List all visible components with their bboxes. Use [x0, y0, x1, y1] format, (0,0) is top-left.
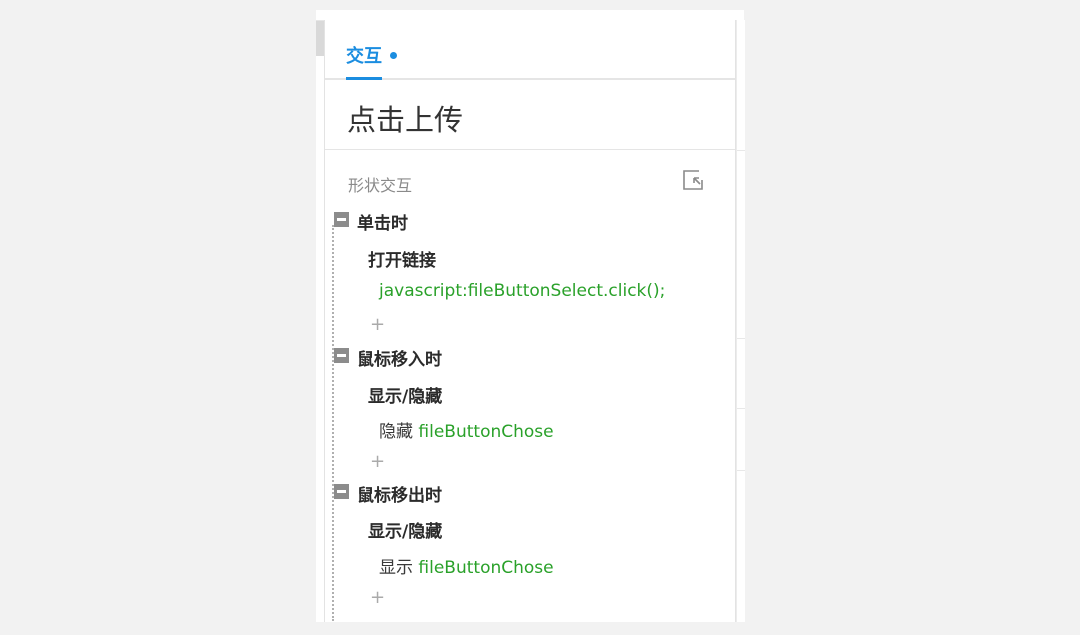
detail-target: fileButtonChose: [418, 558, 554, 578]
left-panel-edge: [316, 20, 324, 56]
section-label: 形状交互: [348, 176, 413, 195]
tab-interactions[interactable]: 交互: [346, 42, 382, 80]
event-label[interactable]: 鼠标移出时: [357, 481, 442, 506]
collapse-all-icon[interactable]: [683, 170, 705, 190]
tree-connector: [332, 225, 334, 621]
detail-target: fileButtonChose: [418, 422, 554, 442]
action-detail[interactable]: 显示 fileButtonChose: [379, 553, 554, 578]
rail-divider: [737, 338, 745, 339]
action-detail[interactable]: 隐藏 fileButtonChose: [379, 417, 554, 442]
event-label[interactable]: 单击时: [357, 209, 408, 234]
collapse-event-button[interactable]: [334, 212, 349, 227]
event-label[interactable]: 鼠标移入时: [357, 345, 442, 370]
tab-bar: 交互: [325, 20, 735, 80]
action-detail[interactable]: javascript:fileButtonSelect.click();: [379, 281, 665, 301]
rail-divider: [737, 470, 745, 471]
action-label[interactable]: 显示/隐藏: [368, 517, 442, 542]
add-action-button[interactable]: +: [370, 589, 385, 607]
action-label[interactable]: 打开链接: [368, 246, 436, 271]
right-panel-edge: [736, 20, 745, 622]
interaction-panel: 交互 点击上传 形状交互 单击时 打开链接 javascript:fileBut…: [324, 20, 736, 622]
action-label[interactable]: 显示/隐藏: [368, 382, 442, 407]
collapse-event-button[interactable]: [334, 348, 349, 363]
add-action-button[interactable]: +: [370, 453, 385, 471]
rail-divider: [737, 150, 745, 151]
detail-prefix: 隐藏: [379, 422, 413, 442]
collapse-event-button[interactable]: [334, 484, 349, 499]
add-action-button[interactable]: +: [370, 316, 385, 334]
widget-name[interactable]: 点击上传: [347, 97, 463, 139]
tab-modified-dot-icon: [390, 52, 397, 59]
rail-divider: [737, 408, 745, 409]
detail-prefix: 显示: [379, 558, 413, 578]
left-panel-edge-lower: [316, 56, 324, 622]
widget-title-block: 点击上传: [325, 80, 735, 150]
detail-target: javascript:fileButtonSelect.click();: [379, 281, 666, 301]
